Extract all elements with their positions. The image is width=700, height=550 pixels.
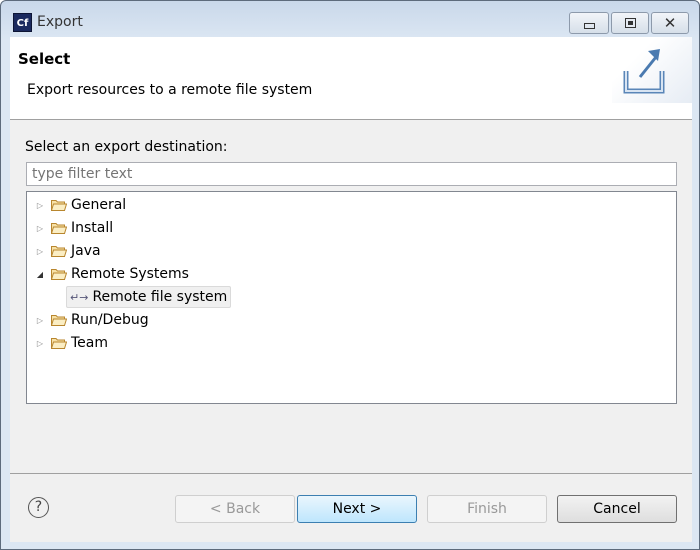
remote-export-icon: ↵→ [70, 290, 89, 304]
expand-icon[interactable]: ▷ [33, 247, 47, 256]
title-bar: Cf Export ✕ [1, 1, 699, 37]
back-button[interactable]: < Back [175, 495, 295, 523]
folder-icon [50, 268, 68, 280]
tree-item-label: Remote file system [92, 289, 228, 305]
tree-item-general[interactable]: ▷ General [33, 194, 126, 216]
tree-item-java[interactable]: ▷ Java [33, 240, 101, 262]
page-description: Export resources to a remote file system [27, 82, 313, 98]
tree-item-label: Remote Systems [71, 266, 189, 282]
destination-label: Select an export destination: [25, 139, 228, 155]
tree-item-label: Java [71, 243, 101, 259]
cancel-button[interactable]: Cancel [557, 495, 677, 523]
filter-input[interactable] [26, 162, 677, 186]
tree-item-team[interactable]: ▷ Team [33, 332, 108, 354]
wizard-header: Select Export resources to a remote file… [10, 37, 692, 120]
help-button[interactable]: ? [28, 497, 49, 518]
expand-icon[interactable]: ▷ [33, 224, 47, 233]
expand-icon[interactable]: ▷ [33, 316, 47, 325]
expand-icon[interactable]: ▷ [33, 339, 47, 348]
folder-icon [50, 222, 68, 234]
maximize-button[interactable] [611, 12, 649, 34]
close-button[interactable]: ✕ [651, 12, 689, 34]
window-title: Export [37, 14, 83, 30]
page-title: Select [18, 50, 71, 68]
folder-icon [50, 337, 68, 349]
folder-icon [50, 314, 68, 326]
tree-item-install[interactable]: ▷ Install [33, 217, 113, 239]
maximize-icon [624, 18, 636, 28]
folder-icon [50, 199, 68, 211]
dialog-content: Select Export resources to a remote file… [10, 37, 692, 542]
export-dialog: Cf Export ✕ Select Export resources to a… [0, 0, 700, 550]
footer-separator [10, 473, 692, 474]
collapse-icon[interactable]: ◢ [33, 270, 47, 279]
destination-tree[interactable]: ▷ General ▷ Install ▷ Java ◢ Remote Systems … [26, 191, 677, 404]
expand-icon[interactable]: ▷ [33, 201, 47, 210]
tree-item-remote-file-system[interactable]: ↵→ Remote file system [66, 286, 232, 308]
tree-item-remote-systems[interactable]: ◢ Remote Systems [33, 263, 189, 285]
tree-item-label: Install [71, 220, 114, 236]
tree-item-label: Team [71, 335, 109, 351]
tree-item-label: General [71, 197, 127, 213]
app-icon: Cf [13, 13, 32, 32]
folder-icon [50, 245, 68, 257]
minimize-button[interactable] [569, 12, 609, 34]
close-icon: ✕ [663, 14, 677, 32]
tree-item-label: Run/Debug [71, 312, 149, 328]
next-button[interactable]: Next > [297, 495, 417, 523]
export-wizard-icon [612, 37, 692, 103]
finish-button[interactable]: Finish [427, 495, 547, 523]
tree-item-run-debug[interactable]: ▷ Run/Debug [33, 309, 149, 331]
minimize-icon [583, 23, 595, 29]
